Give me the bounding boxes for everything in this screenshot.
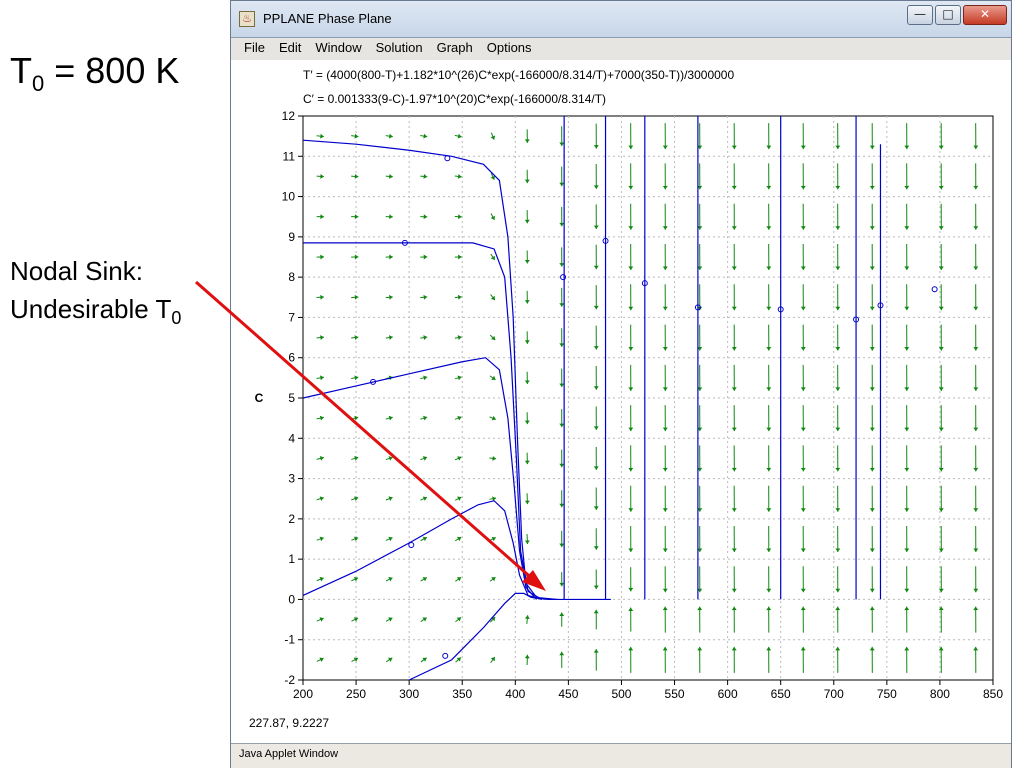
x-tick-label: 550 — [665, 687, 685, 701]
y-tick-label: 5 — [288, 391, 295, 405]
slide-title-main: T — [10, 50, 32, 91]
y-tick-label: 8 — [288, 270, 295, 284]
java-app-icon: ♨ — [239, 11, 255, 27]
menu-graph[interactable]: Graph — [430, 38, 480, 58]
y-tick-label: 6 — [288, 351, 295, 365]
window-titlebar[interactable]: ♨ PPLANE Phase Plane — □ ✕ — [231, 1, 1011, 38]
slide-title: T0 = 800 K — [10, 50, 179, 97]
menubar: File Edit Window Solution Graph Options — [231, 38, 1011, 60]
nodal-sink-label: Nodal Sink: Undesirable T0 — [10, 252, 181, 337]
y-tick-label: 7 — [288, 310, 295, 324]
nodal-line-2-subscript: 0 — [171, 308, 182, 329]
x-tick-label: 200 — [293, 687, 313, 701]
status-text: Java Applet Window — [239, 748, 339, 760]
plot-area: T′ = (4000(800-T)+1.182*10^(26)C*exp(-16… — [231, 60, 1011, 743]
maximize-icon: □ — [942, 7, 954, 21]
x-tick-label: 650 — [771, 687, 791, 701]
y-tick-label: 11 — [283, 149, 296, 163]
x-tick-label: 450 — [558, 687, 578, 701]
status-bar: Java Applet Window — [231, 743, 1011, 768]
window-title: PPLANE Phase Plane — [263, 11, 392, 26]
slide-title-rest: = 800 K — [44, 50, 180, 91]
y-tick-label: -2 — [284, 673, 295, 687]
menu-edit[interactable]: Edit — [272, 38, 308, 58]
x-tick-label: 400 — [505, 687, 525, 701]
y-tick-label: -1 — [284, 633, 295, 647]
x-tick-label: 850 — [983, 687, 1003, 701]
x-tick-label: 750 — [877, 687, 897, 701]
y-tick-label: 0 — [288, 592, 295, 606]
y-tick-label: 1 — [288, 552, 295, 566]
y-tick-label: 4 — [288, 431, 295, 445]
x-tick-label: 250 — [346, 687, 366, 701]
maximize-button[interactable]: □ — [935, 5, 961, 25]
cursor-coordinates: 227.87, 9.2227 — [249, 716, 330, 730]
slide-title-subscript: 0 — [32, 71, 45, 97]
y-tick-label: 2 — [288, 512, 295, 526]
nodal-line-1: Nodal Sink: — [10, 256, 143, 286]
y-tick-label: 3 — [288, 472, 295, 486]
menu-solution[interactable]: Solution — [369, 38, 430, 58]
x-tick-label: 600 — [718, 687, 738, 701]
x-tick-label: 350 — [452, 687, 472, 701]
close-button[interactable]: ✕ — [963, 5, 1007, 25]
pplane-window: ♨ PPLANE Phase Plane — □ ✕ File Edit Windo… — [230, 0, 1012, 768]
y-tick-label: 10 — [282, 190, 296, 204]
y-tick-label: 9 — [288, 230, 295, 244]
x-tick-label: 700 — [824, 687, 844, 701]
menu-window[interactable]: Window — [308, 38, 368, 58]
x-tick-label: 800 — [930, 687, 950, 701]
y-tick-label: 12 — [282, 109, 296, 123]
close-icon: ✕ — [979, 7, 991, 21]
minimize-button[interactable]: — — [907, 5, 933, 25]
x-tick-label: 300 — [399, 687, 419, 701]
phase-plane-chart[interactable]: 200 250 300 350 400 450 500 550 600 650 700 750 800 8… — [231, 60, 1011, 710]
menubar-items: File Edit Window Solution Graph Options — [237, 38, 539, 58]
minimize-icon: — — [914, 7, 926, 21]
y-axis-label: C — [255, 391, 264, 405]
menu-options[interactable]: Options — [480, 38, 539, 58]
menu-file[interactable]: File — [237, 38, 272, 58]
nodal-line-2-text: Undesirable T — [10, 294, 172, 324]
nodal-line-2: Undesirable T0 — [10, 290, 181, 337]
x-tick-label: 500 — [611, 687, 631, 701]
